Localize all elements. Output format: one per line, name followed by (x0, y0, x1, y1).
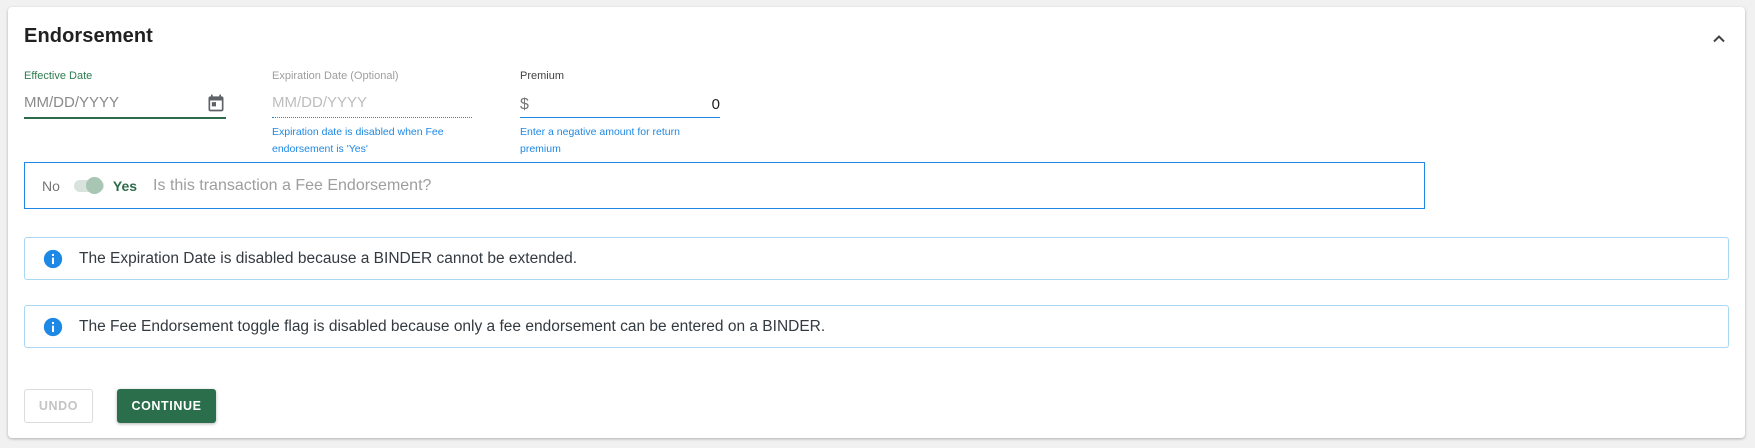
premium-hint: Enter a negative amount for return premi… (520, 126, 680, 155)
fee-endorsement-question: Is this transaction a Fee Endorsement? (153, 176, 432, 194)
currency-symbol: $ (520, 96, 529, 113)
chevron-up-icon (1713, 35, 1725, 43)
expiration-date-placeholder: MM/DD/YYYY (272, 94, 368, 111)
info-alert: The Fee Endorsement toggle flag is disab… (24, 305, 1729, 348)
alert-message: The Fee Endorsement toggle flag is disab… (79, 317, 826, 335)
info-alert: The Expiration Date is disabled because … (24, 237, 1729, 280)
toggle-no-label: No (42, 177, 60, 194)
effective-date-label: Effective Date (24, 70, 93, 82)
expiration-date-field: Expiration Date (Optional) MM/DD/YYYY Ex… (272, 70, 472, 158)
premium-input[interactable]: $ 0 (520, 91, 720, 118)
fee-endorsement-toggle-row: No Yes Is this transaction a Fee Endorse… (24, 162, 1425, 209)
expiration-date-label: Expiration Date (Optional) (272, 70, 399, 82)
calendar-icon[interactable] (206, 93, 226, 113)
switch-thumb (85, 176, 103, 194)
expiration-date-hint: Expiration date is disabled when Fee end… (272, 126, 444, 155)
premium-label: Premium (520, 70, 565, 82)
undo-button[interactable]: UNDO (24, 389, 93, 423)
info-icon (43, 249, 63, 268)
fee-endorsement-switch[interactable] (72, 176, 106, 196)
endorsement-card: Endorsement Effective Date MM/DD/YYYY Ex… (8, 7, 1745, 438)
continue-button[interactable]: CONTINUE (117, 389, 216, 423)
toggle-yes-label: Yes (112, 177, 138, 194)
expiration-date-input: MM/DD/YYYY (272, 91, 472, 118)
premium-field[interactable]: Premium $ 0 Enter a negative amount for … (520, 70, 720, 158)
collapse-button[interactable] (1707, 27, 1731, 51)
section-title: Endorsement (24, 25, 153, 47)
effective-date-field[interactable]: Effective Date MM/DD/YYYY (24, 70, 226, 119)
effective-date-input[interactable]: MM/DD/YYYY (24, 91, 226, 119)
alert-message: The Expiration Date is disabled because … (79, 249, 578, 267)
premium-value[interactable]: 0 (712, 96, 720, 113)
info-icon (43, 317, 63, 336)
effective-date-placeholder: MM/DD/YYYY (24, 94, 120, 111)
